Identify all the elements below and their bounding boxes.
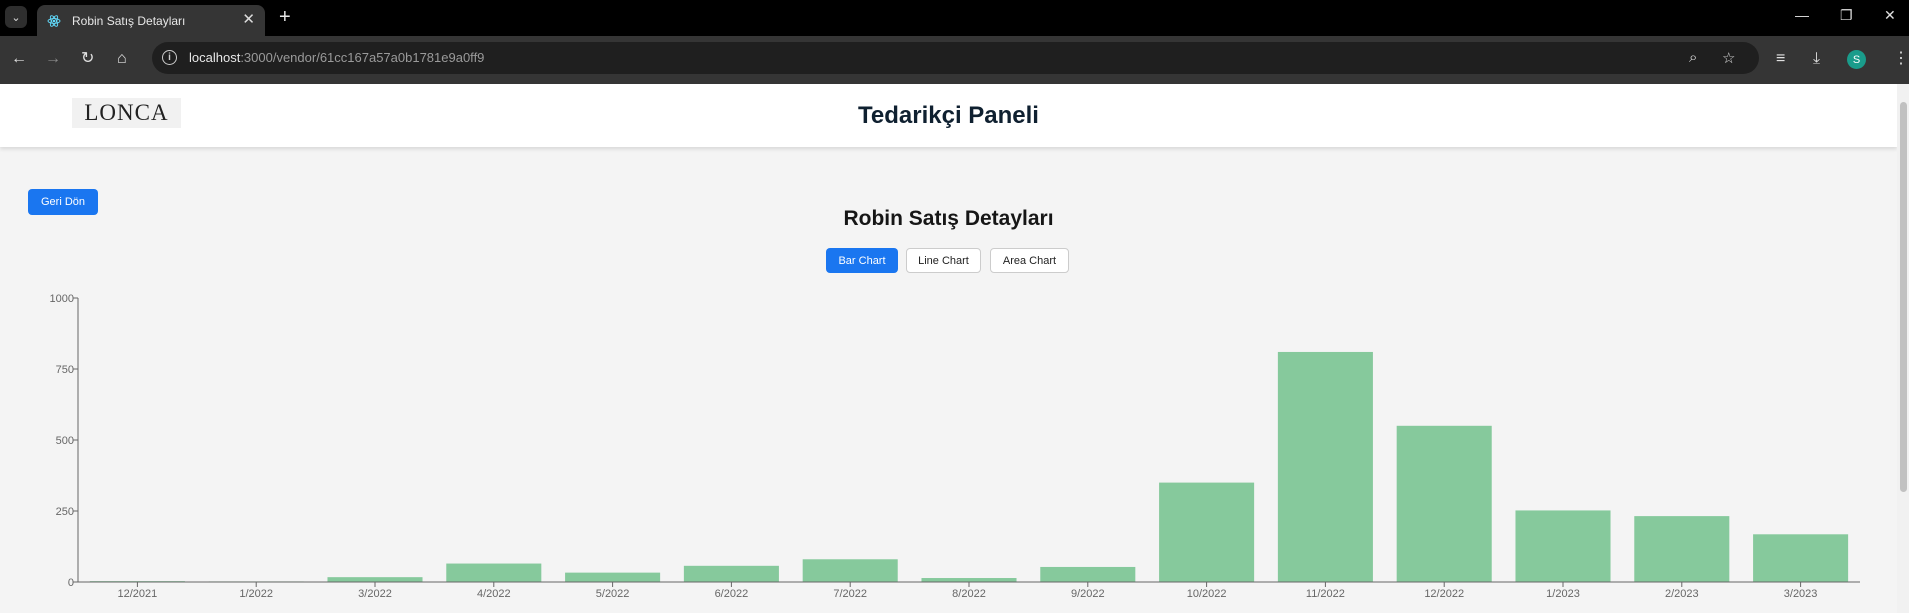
y-tick-label: 500: [56, 435, 74, 447]
browser-tab[interactable]: Robin Satış Detayları ✕: [37, 5, 265, 36]
x-tick-label: 3/2022: [358, 588, 392, 600]
bar-8/2022: [921, 578, 1017, 582]
x-tick-label: 9/2022: [1071, 588, 1105, 600]
x-tick-label: 4/2022: [477, 588, 511, 600]
x-tick-label: 2/2023: [1665, 588, 1699, 600]
bookmark-star-icon[interactable]: ☆: [1722, 49, 1735, 67]
zoom-icon[interactable]: ⌕: [1689, 49, 1697, 66]
x-tick-label: 11/2022: [1306, 588, 1345, 600]
page-viewport: LONCA Tedarikçi Paneli Geri Dön Robin Sa…: [0, 84, 1909, 613]
bar-10/2022: [1159, 482, 1255, 582]
new-tab-icon[interactable]: +: [279, 6, 291, 28]
x-tick-label: 6/2022: [715, 588, 749, 600]
scrollbar-thumb[interactable]: [1900, 102, 1907, 492]
browser-tab-bar: ⌄ Robin Satış Detayları ✕ + — ❐ ✕: [0, 0, 1909, 36]
page-scrollbar[interactable]: [1897, 84, 1909, 613]
x-tick-label: 1/2023: [1546, 588, 1580, 600]
bar-11/2022: [1277, 351, 1373, 582]
x-tick-label: 8/2022: [952, 588, 986, 600]
site-info-icon[interactable]: i: [162, 50, 177, 65]
tab-close-icon[interactable]: ✕: [242, 12, 255, 27]
x-tick-label: 5/2022: [596, 588, 630, 600]
y-tick-label: 1000: [50, 293, 74, 305]
bar-12/2022: [1396, 425, 1492, 582]
x-tick-label: 12/2021: [118, 588, 158, 600]
bar-4/2022: [446, 563, 542, 582]
profile-avatar[interactable]: S: [1847, 50, 1866, 69]
x-tick-label: 7/2022: [833, 588, 867, 600]
x-tick-label: 1/2022: [239, 588, 273, 600]
y-tick-label: 0: [68, 577, 74, 589]
bar-6/2022: [683, 565, 779, 582]
address-bar[interactable]: i localhost:3000/vendor/61cc167a57a0b178…: [152, 42, 1759, 74]
bar-7/2022: [802, 559, 898, 582]
y-tick-label: 750: [56, 364, 74, 376]
react-icon: [47, 14, 61, 28]
url-text: localhost:3000/vendor/61cc167a57a0b1781e…: [189, 50, 485, 65]
tab-title: Robin Satış Detayları: [72, 13, 186, 28]
minimize-icon[interactable]: —: [1795, 8, 1809, 22]
bar-3/2022: [327, 577, 423, 582]
x-tick-label: 3/2023: [1784, 588, 1818, 600]
media-control-icon[interactable]: ≡: [1776, 50, 1785, 68]
forward-arrow-icon[interactable]: →: [45, 50, 61, 68]
more-menu-icon[interactable]: ⋮: [1893, 50, 1909, 68]
y-tick-label: 250: [56, 506, 74, 518]
bar-3/2023: [1753, 534, 1849, 582]
bar-1/2023: [1515, 510, 1611, 582]
restore-icon[interactable]: ❐: [1840, 8, 1853, 22]
bar-2/2023: [1634, 516, 1730, 582]
x-tick-label: 12/2022: [1424, 588, 1464, 600]
reload-icon[interactable]: ↻: [81, 50, 94, 68]
home-icon[interactable]: ⌂: [117, 50, 127, 68]
tab-search-icon[interactable]: ⌄: [5, 6, 27, 28]
bar-5/2022: [565, 572, 661, 582]
bar-9/2022: [1040, 566, 1136, 582]
back-arrow-icon[interactable]: ←: [11, 50, 27, 68]
download-icon[interactable]: ⤓: [1813, 50, 1820, 68]
window-close-icon[interactable]: ✕: [1884, 8, 1896, 22]
browser-toolbar: ← → ↻ ⌂ i localhost:3000/vendor/61cc167a…: [0, 36, 1909, 84]
sales-bar-chart: 0 250 500 750 1000 12/2021 1/2022 3/2022 4/2022 5…: [50, 293, 1860, 600]
x-tick-label: 10/2022: [1187, 588, 1227, 600]
